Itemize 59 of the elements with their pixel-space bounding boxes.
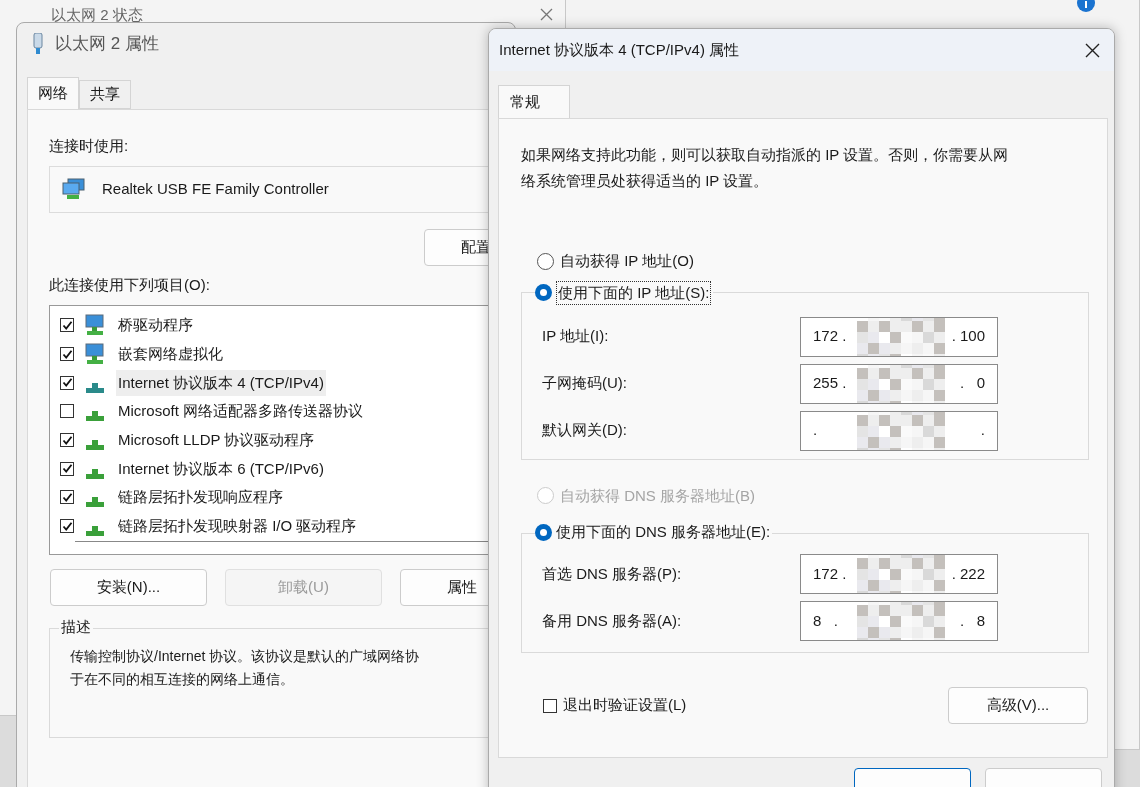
network-protocol-icon	[84, 382, 106, 393]
network-computer-icon	[84, 314, 106, 337]
checkbox[interactable]	[60, 461, 74, 476]
list-item[interactable]: Internet 协议版本 4 (TCP/IPv4)	[116, 369, 326, 396]
description-text: 于在不同的相互连接的网络上通信。	[70, 670, 295, 689]
description-text: 传输控制协议/Internet 协议。该协议是默认的广域网络协	[70, 647, 421, 666]
window-title: 以太网 2 属性	[55, 33, 159, 56]
field-label: 子网掩码(U):	[541, 373, 628, 394]
checkbox[interactable]	[543, 698, 557, 713]
ip-address-field[interactable]: 172 . . 100	[800, 316, 998, 357]
network-adapter-icon	[62, 178, 86, 200]
network-protocol-icon	[84, 411, 106, 422]
section-label: 连接时使用:	[49, 136, 130, 156]
checkbox[interactable]	[60, 404, 74, 419]
list-item[interactable]: 嵌套网络虚拟化	[116, 341, 225, 368]
intro-text: 络系统管理员处获得适当的 IP 设置。	[521, 171, 770, 191]
list-item[interactable]: Microsoft 网络适配器多路传送器协议	[116, 398, 365, 425]
checkbox[interactable]	[60, 519, 74, 534]
intro-text: 如果网络支持此功能，则可以获取自动指派的 IP 设置。否则，你需要从网	[521, 145, 1010, 165]
adapter-name: Realtek USB FE Family Controller	[102, 178, 329, 199]
checkbox[interactable]	[60, 375, 74, 390]
field-label: 默认网关(D):	[541, 420, 628, 441]
checkbox[interactable]	[60, 433, 74, 448]
network-protocol-icon	[84, 526, 106, 537]
ip-address-field[interactable]: 172 . . 222	[800, 554, 998, 594]
list-item[interactable]: Microsoft LLDP 协议驱动程序	[116, 427, 317, 454]
radio-button[interactable]	[535, 523, 552, 541]
field-label: 首选 DNS 服务器(P):	[541, 563, 683, 584]
ip-address-field[interactable]: . .	[800, 410, 998, 451]
field-label: IP 地址(I):	[541, 326, 610, 347]
radio-button[interactable]	[535, 284, 552, 302]
checkbox-label[interactable]: 退出时验证设置(L)	[563, 694, 687, 717]
list-item[interactable]: Internet 协议版本 6 (TCP/IPv6)	[116, 455, 326, 482]
network-protocol-icon	[84, 497, 106, 508]
section-label: 此连接使用下列项目(O):	[49, 274, 211, 295]
field-label: 备用 DNS 服务器(A):	[541, 610, 683, 631]
action-button[interactable]: 安装(N)...	[50, 569, 207, 606]
network-computer-icon	[84, 343, 106, 366]
list-item[interactable]: 链路层拓扑发现映射器 I/O 驱动程序	[116, 513, 359, 540]
advanced-button[interactable]: 高级(V)...	[948, 687, 1088, 724]
usb-plug-icon	[31, 33, 45, 55]
radio-label[interactable]: 自动获得 IP 地址(O)	[560, 250, 694, 273]
tab[interactable]: 常规	[498, 85, 570, 118]
network-protocol-icon	[84, 468, 106, 479]
radio-button[interactable]	[537, 252, 554, 270]
list-item[interactable]: 桥驱动程序	[116, 312, 195, 339]
network-protocol-icon	[84, 440, 106, 451]
tab[interactable]: 共享	[79, 80, 131, 109]
ip-address-field[interactable]: 8 . . 8	[800, 601, 998, 641]
close-icon[interactable]	[1085, 42, 1100, 58]
ip-address-field[interactable]: 255 . . 0	[800, 363, 998, 404]
checkbox[interactable]	[60, 490, 74, 505]
tab[interactable]: 网络	[27, 77, 79, 109]
checkbox[interactable]	[60, 318, 74, 333]
window-title: Internet 协议版本 4 (TCP/IPv4) 属性	[499, 39, 741, 60]
radio-label[interactable]: 使用下面的 IP 地址(S):	[556, 280, 712, 305]
checkbox[interactable]	[60, 347, 74, 362]
list-item[interactable]: 链路层拓扑发现响应程序	[116, 484, 285, 511]
window-title: 以太网 2 状态	[51, 6, 144, 22]
